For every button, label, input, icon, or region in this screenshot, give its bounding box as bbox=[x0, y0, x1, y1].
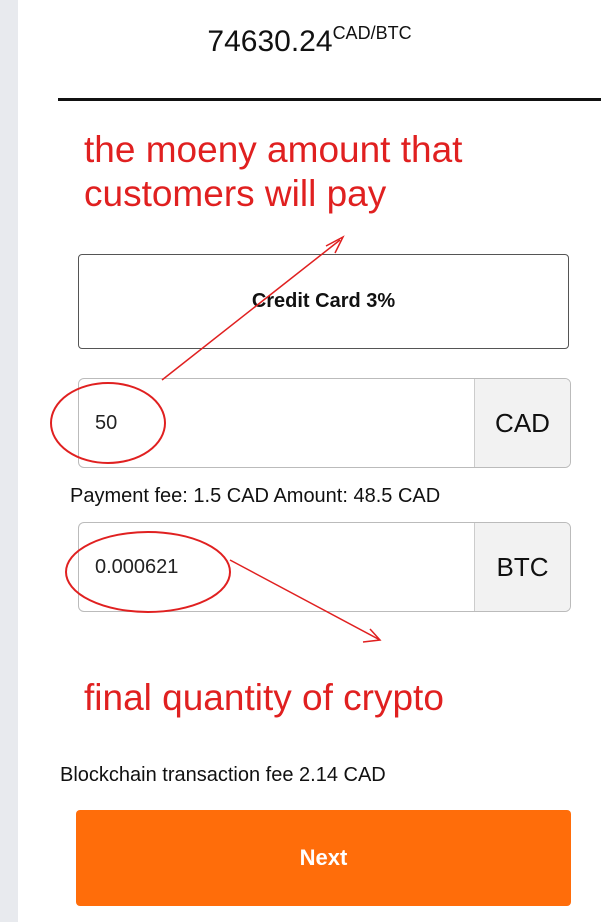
crypto-amount-input[interactable]: 0.000621 bbox=[79, 523, 474, 611]
next-button[interactable]: Next bbox=[76, 810, 571, 906]
annotation-amount-line1: the moeny amount that bbox=[84, 129, 463, 170]
payment-fee-summary: Payment fee: 1.5 CAD Amount: 48.5 CAD bbox=[70, 485, 441, 507]
crypto-currency-label: BTC bbox=[474, 523, 570, 611]
divider bbox=[58, 98, 601, 101]
exchange-rate: 74630.24CAD/BTC bbox=[18, 22, 601, 65]
fiat-amount-input[interactable]: 50 bbox=[79, 379, 474, 467]
annotation-amount-note: the moeny amount that customers will pay bbox=[84, 128, 462, 216]
payment-panel: 74630.24CAD/BTC the moeny amount that cu… bbox=[18, 0, 601, 922]
crypto-amount-group: 0.000621 BTC bbox=[78, 522, 571, 612]
annotation-crypto-note: final quantity of crypto bbox=[84, 677, 444, 718]
fiat-amount-group: 50 CAD bbox=[78, 378, 571, 468]
annotation-amount-line2: customers will pay bbox=[84, 173, 387, 214]
exchange-rate-unit: CAD/BTC bbox=[332, 23, 412, 43]
fiat-currency-label: CAD bbox=[474, 379, 570, 467]
blockchain-fee-text: Blockchain transaction fee 2.14 CAD bbox=[60, 764, 386, 786]
exchange-rate-value: 74630.24 bbox=[207, 25, 333, 58]
payment-method-button[interactable]: Credit Card 3% bbox=[78, 254, 569, 349]
